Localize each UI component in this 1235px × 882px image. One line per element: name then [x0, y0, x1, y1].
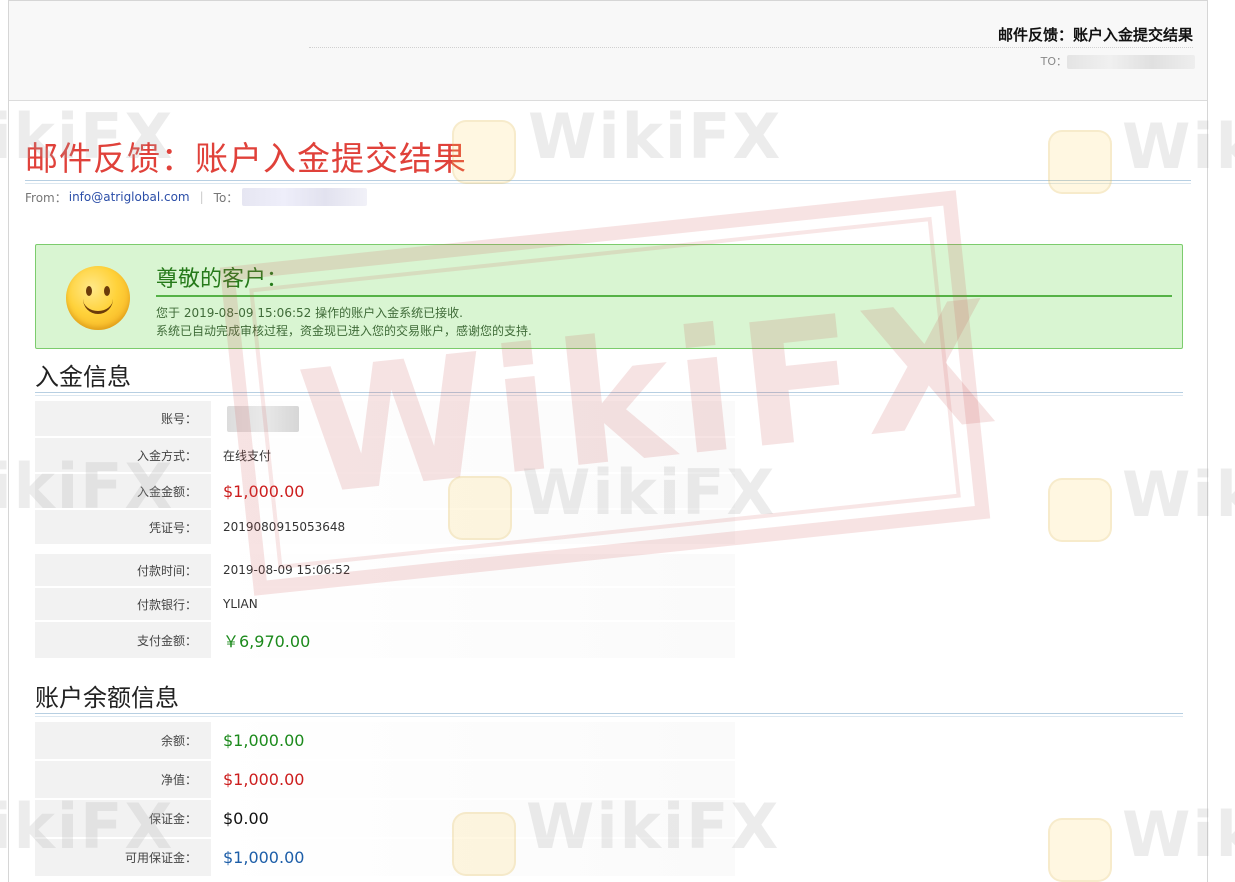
row-value: ￥6,970.00: [213, 622, 735, 658]
meta-separator: |: [199, 190, 204, 204]
email-header-bar: 邮件反馈：账户入金提交结果 TO：: [9, 1, 1207, 101]
payment-row-time: 付款时间： 2019-08-09 15:06:52: [35, 554, 735, 586]
title-divider: [25, 180, 1191, 181]
redacted-recipient: [1067, 55, 1195, 69]
header-subject: 邮件反馈：账户入金提交结果: [997, 26, 1193, 44]
row-label: 余额：: [35, 722, 211, 759]
notice-message-line-1: 您于 2019-08-09 15:06:52 操作的账户入金系统已接收.: [156, 306, 463, 320]
payment-row-paid-amount: 支付金额： ￥6,970.00: [35, 622, 735, 658]
notice-message-line-2: 系统已自动完成审核过程，资金现已进入您的交易账户，感谢您的支持.: [156, 324, 532, 338]
deposit-info-heading: 入金信息: [35, 363, 131, 391]
smiley-mouth: [83, 296, 113, 314]
payment-row-bank: 付款银行： YLIAN: [35, 588, 735, 620]
row-label: 入金方式：: [35, 438, 211, 472]
smiley-left-eye: [86, 286, 92, 296]
balance-row-free-margin: 可用保证金： $1,000.00: [35, 839, 735, 876]
row-label: 账号：: [35, 401, 211, 436]
header-to-label: TO：: [1040, 55, 1067, 68]
row-value: 2019080915053648: [213, 510, 735, 544]
from-address-link[interactable]: info@atriglobal.com: [69, 190, 190, 204]
balance-info-divider: [35, 713, 1183, 714]
deposit-row-account: 账号：: [35, 401, 735, 436]
balance-row-margin: 保证金： $0.00: [35, 800, 735, 837]
smiley-face-icon: [66, 266, 130, 330]
row-value: YLIAN: [213, 588, 735, 620]
deposit-info-divider: [35, 392, 1183, 393]
header-divider: [309, 47, 1193, 48]
row-value: $1,000.00: [213, 722, 735, 759]
redacted-to-address: [242, 188, 368, 206]
success-notice-box: 尊敬的客户： 您于 2019-08-09 15:06:52 操作的账户入金系统已…: [35, 244, 1183, 349]
deposit-row-method: 入金方式： 在线支付: [35, 438, 735, 472]
row-value: $1,000.00: [213, 761, 735, 798]
deposit-row-amount: 入金金额： $1,000.00: [35, 474, 735, 508]
row-value: $1,000.00: [213, 839, 735, 876]
email-frame: 邮件反馈：账户入金提交结果 TO： 邮件反馈：账户入金提交结果 From： in…: [8, 0, 1208, 882]
deposit-info-divider-secondary: [35, 395, 1183, 396]
balance-info-heading: 账户余额信息: [35, 684, 179, 712]
from-label: From：: [25, 190, 67, 205]
deposit-row-voucher: 凭证号： 2019080915053648: [35, 510, 735, 544]
row-label: 保证金：: [35, 800, 211, 837]
title-divider-secondary: [25, 183, 1191, 184]
to-label: To：: [213, 190, 239, 205]
row-value: 2019-08-09 15:06:52: [213, 554, 735, 586]
row-label: 付款时间：: [35, 554, 211, 586]
redacted-account-number: [227, 405, 299, 432]
row-value: [213, 401, 735, 436]
row-label: 付款银行：: [35, 588, 211, 620]
row-label: 凭证号：: [35, 510, 211, 544]
row-label: 入金金额：: [35, 474, 211, 508]
greeting-divider: [156, 295, 1172, 297]
balance-row-balance: 余额： $1,000.00: [35, 722, 735, 759]
greeting-heading: 尊敬的客户：: [156, 267, 289, 292]
email-title: 邮件反馈：账户入金提交结果: [25, 139, 467, 178]
row-label: 净值：: [35, 761, 211, 798]
smiley-right-eye: [104, 286, 110, 296]
email-meta: From： info@atriglobal.com | To：: [25, 188, 368, 206]
balance-row-equity: 净值： $1,000.00: [35, 761, 735, 798]
row-value: 在线支付: [213, 438, 735, 472]
row-value: $0.00: [213, 800, 735, 837]
row-value: $1,000.00: [213, 474, 735, 508]
row-label: 可用保证金：: [35, 839, 211, 876]
balance-info-divider-secondary: [35, 716, 1183, 717]
row-label: 支付金额：: [35, 622, 211, 658]
